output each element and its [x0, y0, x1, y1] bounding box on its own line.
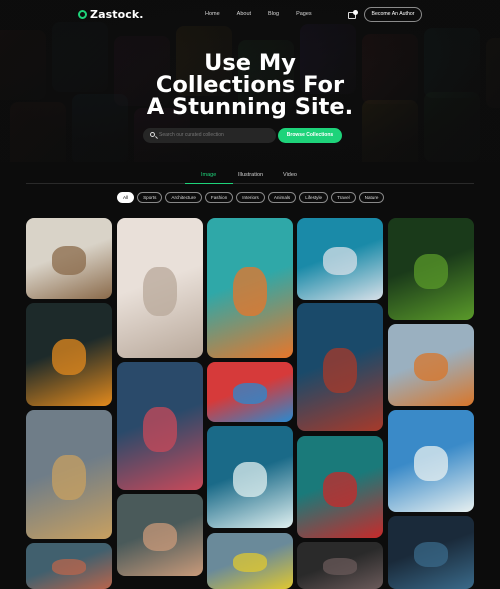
photo-subject	[51, 246, 87, 275]
gallery-photo[interactable]	[26, 543, 112, 589]
photo-subject	[232, 267, 268, 316]
photo-subject	[232, 383, 268, 404]
gallery-photo[interactable]	[207, 533, 293, 589]
photo-subject	[413, 445, 449, 482]
photo-subject	[322, 471, 358, 508]
gallery-photo[interactable]	[26, 218, 112, 299]
gallery-photo[interactable]	[26, 303, 112, 406]
gallery-photo[interactable]	[388, 218, 474, 320]
photo-subject	[142, 522, 178, 552]
photo-subject	[413, 541, 449, 568]
gallery-photo[interactable]	[26, 410, 112, 539]
photo-subject	[413, 253, 449, 290]
photo-subject	[51, 455, 87, 501]
gallery-photo[interactable]	[297, 436, 383, 538]
gallery-photo[interactable]	[388, 410, 474, 512]
gallery-photo[interactable]	[117, 494, 203, 576]
gallery-photo[interactable]	[117, 218, 203, 358]
gallery-photo[interactable]	[297, 218, 383, 300]
photo-subject	[232, 552, 268, 573]
photo-subject	[413, 352, 449, 382]
gallery-photo[interactable]	[388, 516, 474, 589]
gallery-photo[interactable]	[388, 324, 474, 406]
photo-subject	[142, 406, 178, 452]
photo-subject	[232, 461, 268, 498]
photo-subject	[51, 559, 87, 576]
gallery-photo[interactable]	[207, 362, 293, 422]
gallery-photo[interactable]	[207, 426, 293, 528]
image-gallery	[0, 0, 500, 589]
photo-subject	[51, 339, 87, 376]
gallery-photo[interactable]	[207, 218, 293, 358]
gallery-photo[interactable]	[297, 542, 383, 589]
photo-subject	[142, 267, 178, 316]
photo-subject	[322, 558, 358, 575]
gallery-photo[interactable]	[117, 362, 203, 490]
photo-subject	[322, 246, 358, 276]
photo-subject	[322, 347, 358, 393]
gallery-photo[interactable]	[297, 303, 383, 431]
